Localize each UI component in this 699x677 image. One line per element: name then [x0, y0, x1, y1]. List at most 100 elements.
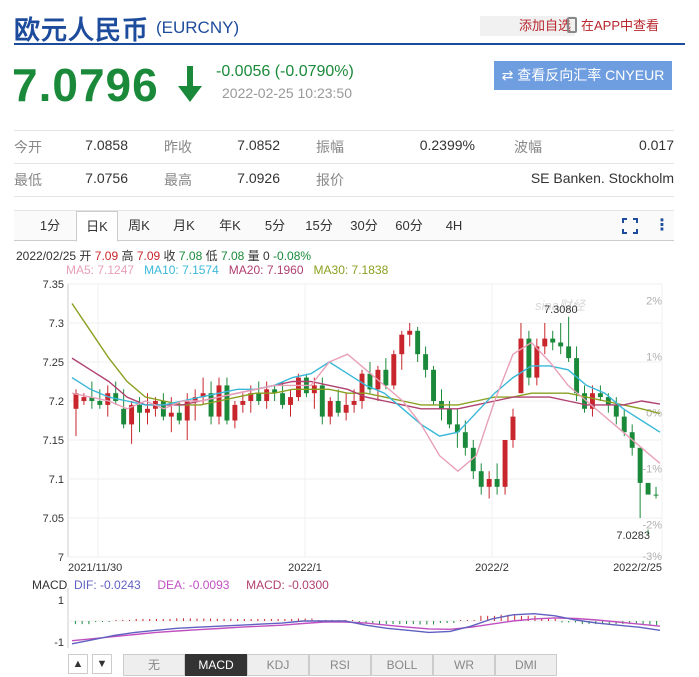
tab-daily-k[interactable]: 日K — [76, 211, 118, 242]
indicator-kdj[interactable]: KDJ — [247, 654, 309, 676]
y-tick-label: 7.05 — [43, 513, 64, 525]
indicator-macd[interactable]: MACD — [185, 654, 247, 676]
y-tick-label: 7 — [58, 552, 64, 564]
ma-info: MA5: 7.1247 MA10: 7.1574 MA20: 7.1960 MA… — [66, 263, 388, 277]
reverse-rate-button[interactable]: ⇄ 查看反向汇率 CNYEUR — [494, 61, 672, 90]
tab-5min[interactable]: 5分 — [257, 211, 293, 241]
candle-body — [645, 482, 651, 495]
tab-1min[interactable]: 1分 — [32, 211, 68, 241]
candle-body — [168, 412, 174, 417]
candle-body — [232, 404, 238, 421]
symbol-code: (EURCNY) — [156, 18, 240, 37]
candle-body — [407, 330, 413, 335]
candle-body — [518, 338, 524, 394]
min-annotation: 7.0283 — [616, 530, 650, 542]
stat-label: 最低 — [14, 172, 42, 188]
candle-body — [73, 393, 79, 409]
y-tick-label: 7.2 — [49, 396, 64, 408]
candle-body — [319, 385, 325, 417]
candle-body — [478, 471, 484, 487]
y-tick-label: 7.25 — [43, 357, 64, 369]
more-options-icon[interactable]: ⋮ — [654, 215, 670, 235]
candle-body — [208, 393, 214, 417]
tab-weekly-k[interactable]: 周K — [121, 211, 157, 241]
stat-value: 0.2399% — [419, 137, 475, 153]
y-tick-label: 7.35 — [43, 279, 64, 291]
candle-body — [81, 397, 87, 401]
high-label: 高 — [121, 249, 134, 263]
candle-body — [383, 369, 389, 386]
candle-body — [145, 408, 150, 413]
candle-body — [415, 330, 421, 355]
candle-body — [399, 334, 405, 355]
x-tick-label: 2022/2/25 — [613, 562, 662, 574]
candle-body — [462, 432, 468, 448]
indicator-dmi[interactable]: DMI — [495, 654, 557, 676]
pct-tick-label: -1% — [642, 464, 662, 476]
tab-monthly-k[interactable]: 月K — [166, 211, 202, 241]
candle-body — [264, 389, 270, 401]
open-value: 7.09 — [94, 249, 119, 263]
stat-value: 7.0852 — [237, 137, 280, 153]
ma5-label: MA5: 7.1247 — [66, 263, 135, 277]
ma10-line — [71, 361, 661, 437]
macd-label: MACD — [32, 578, 68, 592]
tab-15min[interactable]: 15分 — [301, 211, 337, 241]
scroll-up-button[interactable]: ▲ — [68, 654, 88, 674]
candle-body — [335, 401, 341, 413]
candle-body — [327, 401, 333, 417]
close-label: 收 — [163, 249, 176, 263]
tab-4h[interactable]: 4H — [436, 211, 472, 241]
candle-body — [597, 393, 603, 398]
y-tick-label: 7.3 — [49, 318, 64, 330]
x-tick-label: 2022/1 — [288, 562, 322, 574]
candle-body — [105, 393, 111, 405]
open-label: 开 — [79, 249, 92, 263]
indicator-boll[interactable]: BOLL — [371, 654, 433, 676]
tab-60min[interactable]: 60分 — [391, 211, 427, 241]
kline-chart[interactable]: 7.357.37.257.27.157.17.0572%1%0%-1%-2%-3… — [0, 276, 699, 652]
pct-change: -0.08% — [273, 249, 312, 263]
dea-value: DEA: -0.0093 — [157, 578, 230, 592]
price-change: -0.0056 (-0.0790%) — [216, 63, 354, 80]
ohlc-info: 2022/02/25 开 7.09 高 7.09 收 7.08 低 7.08 量… — [16, 247, 311, 264]
candle-body — [446, 408, 452, 425]
candle-body — [621, 416, 627, 433]
stat-value: SE Banken. Stockholm — [530, 170, 674, 186]
candle-body — [288, 397, 293, 405]
candle-body — [550, 338, 556, 343]
low-label: 低 — [205, 249, 218, 263]
macd-info: MACD DIF: -0.0243 DEA: -0.0093 MACD: -0.… — [32, 578, 329, 592]
indicator-rsi[interactable]: RSI — [309, 654, 371, 676]
ma30-label: MA30: 7.1838 — [313, 263, 389, 277]
scroll-down-button[interactable]: ▼ — [92, 654, 112, 674]
dif-value: DIF: -0.0243 — [74, 578, 141, 592]
open-in-app-link[interactable]: 在APP中查看 — [567, 16, 659, 36]
stat-label: 报价 — [316, 172, 344, 188]
candle-body — [542, 338, 548, 347]
candle-body — [566, 346, 572, 359]
stat-label: 最高 — [164, 172, 192, 188]
high-value: 7.09 — [136, 249, 161, 263]
ma10-label: MA10: 7.1574 — [144, 263, 219, 277]
candle-body — [137, 404, 143, 413]
current-price: 7.0796 — [12, 59, 159, 111]
tab-yearly-k[interactable]: 年K — [212, 211, 248, 241]
indicator-none[interactable]: 无 — [123, 654, 185, 676]
stat-value: 7.0858 — [85, 137, 128, 153]
candle-body — [240, 401, 246, 405]
pct-tick-label: 2% — [646, 295, 662, 307]
timeframe-tabs: 1分 日K 周K 月K 年K 5分 15分 30分 60分 4H ⋮ — [14, 210, 674, 242]
y-tick-label: 7.1 — [49, 474, 64, 486]
candle-body — [113, 393, 119, 401]
candle-body — [613, 404, 619, 417]
tab-30min[interactable]: 30分 — [346, 211, 382, 241]
macd-value: MACD: -0.0300 — [246, 578, 329, 592]
indicator-wr[interactable]: WR — [433, 654, 495, 676]
stat-label: 波幅 — [514, 139, 542, 155]
candle-body — [431, 369, 437, 401]
add-watchlist-button[interactable]: 添加自选 — [480, 16, 575, 36]
fullscreen-icon[interactable] — [622, 218, 638, 234]
stat-value: 7.0756 — [85, 170, 128, 186]
candle-body — [280, 393, 286, 405]
